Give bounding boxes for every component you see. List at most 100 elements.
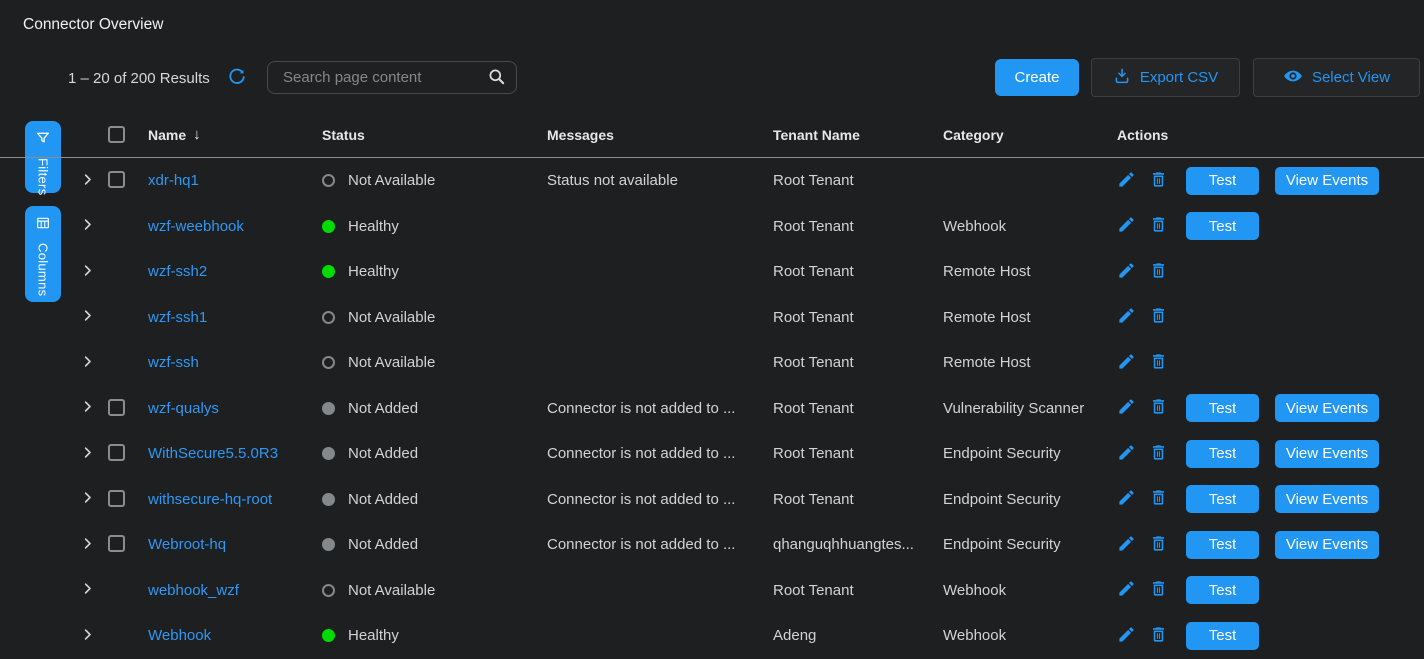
- column-header-tenant-name[interactable]: Tenant Name: [773, 127, 943, 143]
- column-header-actions: Actions: [1117, 127, 1424, 143]
- expand-cell: [80, 263, 108, 281]
- column-header-messages[interactable]: Messages: [547, 127, 773, 143]
- edit-button[interactable]: [1117, 306, 1136, 328]
- test-button[interactable]: Test: [1186, 167, 1259, 195]
- test-button[interactable]: Test: [1186, 394, 1259, 422]
- connector-name-link[interactable]: wzf-ssh: [148, 354, 199, 371]
- row-checkbox[interactable]: [108, 171, 125, 188]
- expand-row-button[interactable]: [80, 581, 95, 599]
- expand-row-button[interactable]: [80, 172, 95, 190]
- status-cell: Not Added: [322, 445, 547, 462]
- delete-button[interactable]: [1149, 397, 1168, 419]
- row-checkbox[interactable]: [108, 399, 125, 416]
- row-checkbox[interactable]: [108, 490, 125, 507]
- create-button[interactable]: Create: [995, 59, 1079, 96]
- connector-name-link[interactable]: wzf-qualys: [148, 400, 219, 417]
- status-cell: Not Available: [322, 354, 547, 371]
- delete-button[interactable]: [1149, 488, 1168, 510]
- expand-row-button[interactable]: [80, 217, 95, 235]
- delete-button[interactable]: [1149, 625, 1168, 647]
- status-text: Not Added: [348, 536, 418, 553]
- expand-row-button[interactable]: [80, 445, 95, 463]
- expand-row-button[interactable]: [80, 308, 95, 326]
- category: Vulnerability Scanner: [943, 400, 1117, 417]
- test-button[interactable]: Test: [1186, 531, 1259, 559]
- tenant-name: Root Tenant: [773, 445, 943, 462]
- test-button[interactable]: Test: [1186, 485, 1259, 513]
- view-events-button[interactable]: View Events: [1275, 167, 1379, 195]
- delete-button[interactable]: [1149, 352, 1168, 374]
- edit-button[interactable]: [1117, 625, 1136, 647]
- delete-button[interactable]: [1149, 306, 1168, 328]
- status-cell: Healthy: [322, 263, 547, 280]
- search-input[interactable]: [281, 68, 487, 87]
- edit-button[interactable]: [1117, 579, 1136, 601]
- connector-name-link[interactable]: wzf-ssh2: [148, 263, 207, 280]
- row-checkbox[interactable]: [108, 444, 125, 461]
- chevron-right-icon: [80, 217, 95, 235]
- table-row: Webroot-hqNot AddedConnector is not adde…: [0, 522, 1424, 568]
- row-checkbox[interactable]: [108, 535, 125, 552]
- trash-icon: [1149, 397, 1168, 419]
- connector-name-link[interactable]: WithSecure5.5.0R3: [148, 445, 278, 462]
- test-button[interactable]: Test: [1186, 622, 1259, 650]
- select-all-checkbox[interactable]: [108, 126, 125, 143]
- expand-cell: [80, 581, 108, 599]
- select-view-button[interactable]: Select View: [1253, 58, 1420, 97]
- view-events-button[interactable]: View Events: [1275, 531, 1379, 559]
- edit-button[interactable]: [1117, 443, 1136, 465]
- actions-cell: Test: [1117, 576, 1424, 604]
- export-csv-button[interactable]: Export CSV: [1091, 58, 1240, 97]
- delete-button[interactable]: [1149, 534, 1168, 556]
- connector-name-link[interactable]: Webroot-hq: [148, 536, 226, 553]
- table-row: webhook_wzfNot AvailableRoot TenantWebho…: [0, 568, 1424, 614]
- view-events-button[interactable]: View Events: [1275, 440, 1379, 468]
- connector-name-link[interactable]: Webhook: [148, 627, 211, 644]
- chevron-right-icon: [80, 490, 95, 508]
- test-button[interactable]: Test: [1186, 212, 1259, 240]
- column-header-name-label: Name: [148, 127, 186, 143]
- expand-row-button[interactable]: [80, 354, 95, 372]
- connector-name-link[interactable]: webhook_wzf: [148, 582, 239, 599]
- edit-button[interactable]: [1117, 352, 1136, 374]
- actions-cell: Test View Events: [1117, 440, 1424, 468]
- test-button[interactable]: Test: [1186, 576, 1259, 604]
- edit-button[interactable]: [1117, 397, 1136, 419]
- status-cell: Not Added: [322, 491, 547, 508]
- column-header-status[interactable]: Status: [322, 127, 547, 143]
- expand-row-button[interactable]: [80, 399, 95, 417]
- connector-name-link[interactable]: withsecure-hq-root: [148, 491, 272, 508]
- tenant-name: Adeng: [773, 627, 943, 644]
- delete-button[interactable]: [1149, 170, 1168, 192]
- view-events-button[interactable]: View Events: [1275, 394, 1379, 422]
- expand-row-button[interactable]: [80, 627, 95, 645]
- tenant-name: qhanguqhhuangtes...: [773, 536, 943, 553]
- edit-button[interactable]: [1117, 534, 1136, 556]
- connector-name-link[interactable]: wzf-ssh1: [148, 309, 207, 326]
- tenant-name: Root Tenant: [773, 491, 943, 508]
- delete-button[interactable]: [1149, 261, 1168, 283]
- delete-button[interactable]: [1149, 579, 1168, 601]
- trash-icon: [1149, 534, 1168, 556]
- delete-button[interactable]: [1149, 215, 1168, 237]
- expand-row-button[interactable]: [80, 490, 95, 508]
- expand-cell: [80, 217, 108, 235]
- table-row: wzf-ssh2HealthyRoot TenantRemote Host: [0, 249, 1424, 295]
- test-button[interactable]: Test: [1186, 440, 1259, 468]
- edit-button[interactable]: [1117, 261, 1136, 283]
- trash-icon: [1149, 488, 1168, 510]
- search-button[interactable]: [487, 67, 506, 89]
- edit-button[interactable]: [1117, 215, 1136, 237]
- connector-name-link[interactable]: wzf-weebhook: [148, 218, 244, 235]
- refresh-button[interactable]: [228, 68, 246, 89]
- connector-name-link[interactable]: xdr-hq1: [148, 172, 199, 189]
- status-not-available-icon: [322, 356, 335, 369]
- edit-button[interactable]: [1117, 170, 1136, 192]
- edit-button[interactable]: [1117, 488, 1136, 510]
- expand-row-button[interactable]: [80, 536, 95, 554]
- delete-button[interactable]: [1149, 443, 1168, 465]
- view-events-button[interactable]: View Events: [1275, 485, 1379, 513]
- column-header-category[interactable]: Category: [943, 127, 1117, 143]
- column-header-name[interactable]: Name↓: [148, 126, 322, 143]
- expand-row-button[interactable]: [80, 263, 95, 281]
